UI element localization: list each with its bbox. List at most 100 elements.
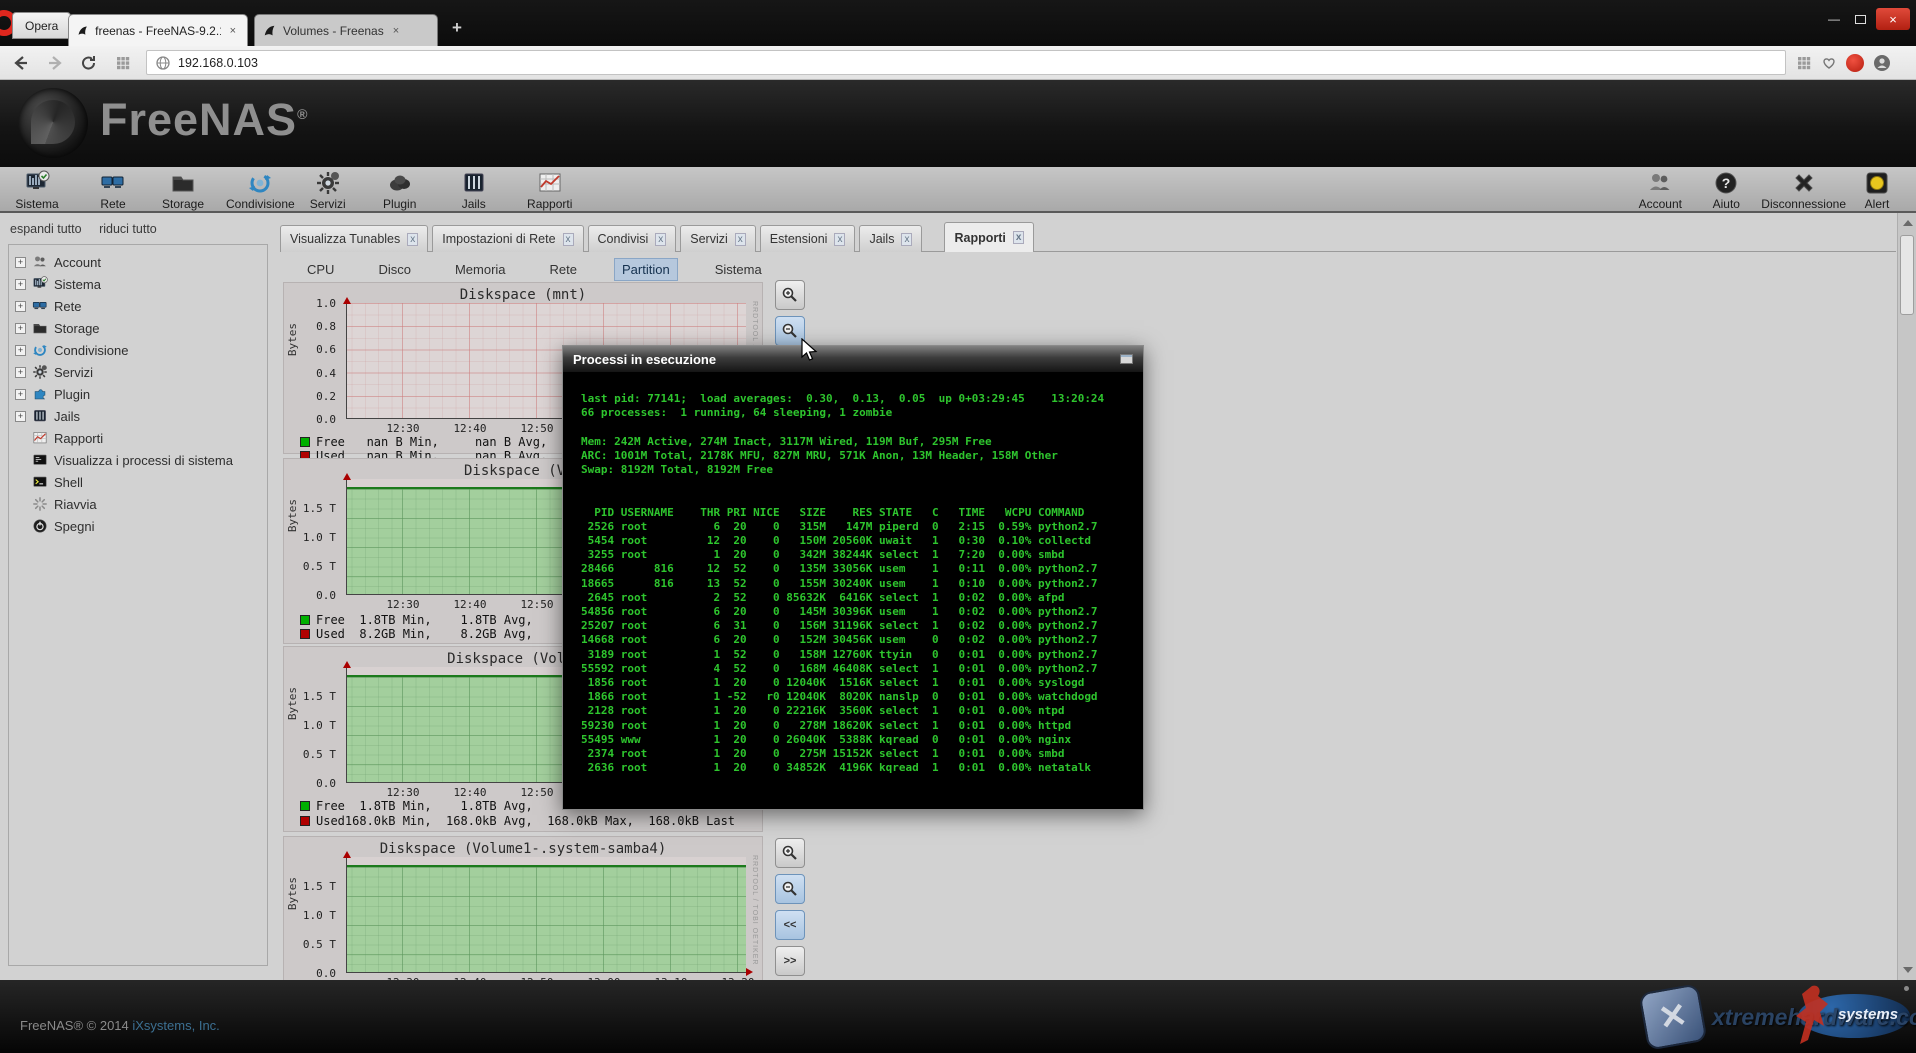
toolbar-item-jails[interactable]: Jails: [443, 170, 505, 211]
dialog-close-icon[interactable]: [1120, 354, 1133, 364]
toolbar-item-rapporti[interactable]: Rapporti: [519, 170, 581, 211]
sidebar-item-rete[interactable]: +Rete: [9, 295, 267, 317]
profile-icon[interactable]: [1873, 54, 1891, 72]
tab-close-icon[interactable]: x: [834, 233, 845, 246]
url-text: 192.168.0.103: [178, 56, 258, 70]
sidebar-item-servizi[interactable]: +Servizi: [9, 361, 267, 383]
scroll-down-icon[interactable]: [1903, 967, 1913, 973]
sidebar-item-sistema[interactable]: +Sistema: [9, 273, 267, 295]
tab-impostazioni-di-rete[interactable]: Impostazioni di Retex: [432, 225, 583, 252]
new-tab-button[interactable]: +: [452, 18, 462, 38]
tab-close-icon[interactable]: x: [735, 233, 746, 246]
extensions-grid-icon[interactable]: [1796, 55, 1812, 71]
expander-icon[interactable]: +: [15, 367, 26, 378]
minimize-button[interactable]: —: [1823, 12, 1845, 26]
maximize-button[interactable]: [1855, 15, 1866, 24]
subtab-sistema[interactable]: Sistema: [708, 259, 769, 280]
expander-icon[interactable]: +: [15, 323, 26, 334]
speed-dial-icon[interactable]: [110, 50, 136, 76]
expander-icon[interactable]: +: [15, 411, 26, 422]
sidebar-item-storage[interactable]: +Storage: [9, 317, 267, 339]
browser-tab-freenas[interactable]: freenas - FreeNAS-9.2.1.5- ×: [68, 14, 248, 46]
report-subtabs: CPU Disco Memoria Rete Partition Sistema: [300, 258, 769, 281]
tab-close-icon[interactable]: x: [563, 233, 574, 246]
address-input[interactable]: 192.168.0.103: [146, 50, 1786, 75]
tab-close-icon[interactable]: x: [901, 233, 912, 246]
system-icon: [23, 170, 51, 196]
zoom-out-button[interactable]: [775, 874, 805, 904]
subtab-disco[interactable]: Disco: [371, 259, 418, 280]
tab-close-icon[interactable]: x: [655, 233, 666, 246]
tab-close-icon[interactable]: ×: [227, 25, 239, 37]
expander-icon[interactable]: +: [15, 345, 26, 356]
sidebar-item-shell[interactable]: Shell: [9, 471, 267, 493]
tab-close-icon[interactable]: x: [407, 233, 418, 246]
reload-button[interactable]: [76, 50, 102, 76]
sidebar-item-riavvia[interactable]: Riavvia: [9, 493, 267, 515]
window-close-button[interactable]: ×: [1876, 8, 1910, 30]
expand-all-link[interactable]: espandi tutto: [10, 222, 82, 236]
tab-visualizza-tunables[interactable]: Visualizza Tunablesx: [280, 225, 428, 252]
tab-rapporti[interactable]: Rapportix: [944, 222, 1034, 252]
collapse-all-link[interactable]: riduci tutto: [99, 222, 157, 236]
toolbar-item-sistema[interactable]: Sistema: [6, 170, 68, 211]
site-globe-icon: [155, 55, 171, 71]
expander-icon[interactable]: +: [15, 389, 26, 400]
ixsystems-link[interactable]: iXsystems, Inc.: [132, 1018, 219, 1033]
scroll-up-icon[interactable]: [1903, 220, 1913, 226]
browser-address-bar: 192.168.0.103: [0, 46, 1916, 80]
toolbar-item-account[interactable]: Account: [1629, 170, 1691, 211]
sharing-icon: [32, 342, 48, 358]
toolbar-item-disconnessione[interactable]: Disconnessione: [1761, 170, 1846, 211]
sidebar-item-jails[interactable]: +Jails: [9, 405, 267, 427]
vertical-scrollbar[interactable]: [1897, 213, 1916, 980]
subtab-cpu[interactable]: CPU: [300, 259, 341, 280]
subtab-memoria[interactable]: Memoria: [448, 259, 513, 280]
sidebar-item-plugin[interactable]: +Plugin: [9, 383, 267, 405]
expander-icon[interactable]: +: [15, 301, 26, 312]
chart-title: Diskspace (Volume1-.system-samba4): [284, 841, 762, 857]
sidebar-item-condivisione[interactable]: +Condivisione: [9, 339, 267, 361]
toolbar-item-rete[interactable]: Rete: [82, 170, 144, 211]
system-icon: [32, 276, 48, 292]
opera-menu-button[interactable]: Opera: [12, 12, 71, 39]
subtab-partition[interactable]: Partition: [614, 258, 678, 281]
toolbar-item-plugin[interactable]: Plugin: [369, 170, 431, 211]
toolbar-item-aiuto[interactable]: Aiuto: [1695, 170, 1757, 211]
tab-close-icon[interactable]: ×: [390, 25, 402, 37]
plugins-icon: [386, 170, 414, 196]
tab-condivisi[interactable]: Condivisix: [588, 225, 677, 252]
dialog-titlebar[interactable]: Processi in esecuzione: [563, 346, 1143, 372]
sidebar-item-account[interactable]: +Account: [9, 251, 267, 273]
zoom-in-button[interactable]: [775, 838, 805, 868]
scrollbar-thumb[interactable]: [1900, 235, 1914, 315]
storage-icon: [32, 320, 48, 336]
toolbar-item-servizi[interactable]: Servizi: [297, 170, 359, 211]
expander-icon[interactable]: +: [15, 257, 26, 268]
sidebar-item-spegni[interactable]: Spegni: [9, 515, 267, 537]
opera-badge-icon[interactable]: [1846, 54, 1864, 72]
scroll-right-button[interactable]: >>: [775, 946, 805, 976]
expander-icon[interactable]: +: [15, 279, 26, 290]
bookmark-heart-icon[interactable]: [1821, 55, 1837, 71]
rrdtool-credit: RRDTOOL / TOBI OETIKER: [751, 855, 758, 965]
sidebar-item-processi[interactable]: Visualizza i processi di sistema: [9, 449, 267, 471]
network-icon: [32, 298, 48, 314]
tab-close-icon[interactable]: x: [1013, 231, 1025, 244]
tab-jails[interactable]: Jailsx: [859, 225, 922, 252]
browser-tab-volumes[interactable]: Volumes - Freenas ×: [254, 14, 438, 46]
tab-servizi[interactable]: Servizix: [680, 225, 756, 252]
watermark-x-icon: ✕: [1638, 983, 1707, 1051]
back-button[interactable]: [8, 50, 34, 76]
toolbar-item-storage[interactable]: Storage: [152, 170, 214, 211]
processes-icon: [32, 452, 48, 468]
forward-button[interactable]: [42, 50, 68, 76]
zoom-in-button[interactable]: [775, 280, 805, 310]
content-tab-strip: Visualizza Tunablesx Impostazioni di Ret…: [280, 222, 1034, 252]
toolbar-item-condivisione[interactable]: Condivisione: [226, 170, 295, 211]
sidebar-item-rapporti[interactable]: Rapporti: [9, 427, 267, 449]
toolbar-item-alert[interactable]: Alert: [1846, 170, 1908, 211]
tab-estensioni[interactable]: Estensionix: [760, 225, 856, 252]
subtab-rete[interactable]: Rete: [543, 259, 584, 280]
scroll-left-button[interactable]: <<: [775, 910, 805, 940]
